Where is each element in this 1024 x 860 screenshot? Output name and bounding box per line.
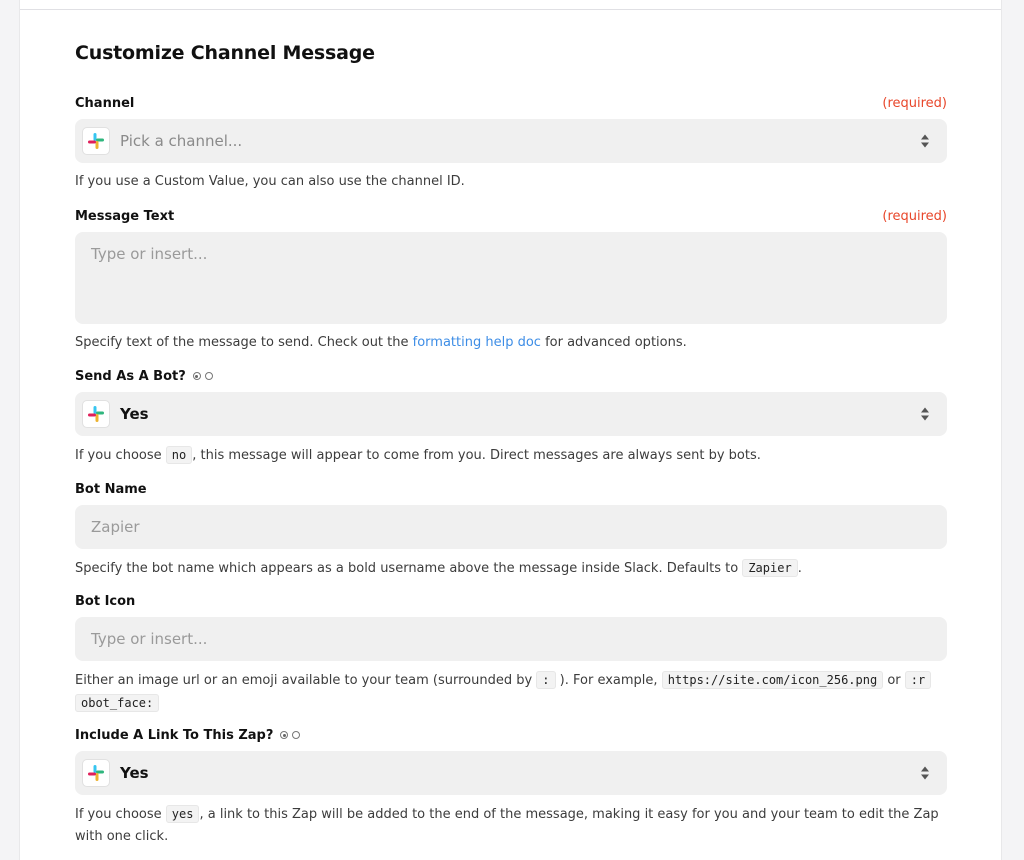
message-text-field: Message Text (required) Type or insert..…	[75, 207, 947, 354]
help-text: .	[797, 561, 802, 576]
help-text: , this message will appear to come from …	[192, 448, 761, 463]
code-snippet: Zapier	[742, 559, 798, 577]
form-content: Customize Channel Message Channel (requi…	[75, 42, 947, 844]
help-text: ). For example,	[559, 673, 658, 688]
up-down-arrows-icon	[921, 134, 929, 148]
help-text: or	[887, 673, 901, 688]
code-snippet: :r	[904, 671, 932, 689]
include-link-help: If you choose yes, a link to this Zap wi…	[75, 803, 947, 848]
help-text: If you choose	[75, 448, 162, 463]
top-divider	[20, 9, 1001, 10]
send-as-bot-label-text: Send As A Bot?	[75, 368, 186, 384]
help-text: , a link to this Zap will be added to th…	[75, 807, 939, 844]
channel-placeholder: Pick a channel...	[120, 132, 243, 150]
send-as-bot-label: Send As A Bot?	[75, 369, 213, 384]
bot-name-label: Bot Name	[75, 481, 147, 497]
radio-icon[interactable]	[192, 372, 201, 380]
bot-name-input[interactable]: Zapier	[75, 505, 947, 549]
radio-group	[192, 372, 213, 380]
required-indicator: (required)	[882, 95, 947, 111]
form-card: Customize Channel Message Channel (requi…	[20, 0, 1001, 860]
help-text: for advanced options.	[545, 335, 687, 350]
message-text-label: Message Text	[75, 208, 175, 224]
send-as-bot-select[interactable]: Yes	[75, 392, 947, 436]
help-text: Either an image url or an emoji availabl…	[75, 673, 533, 688]
send-as-bot-help: If you choose no, this message will appe…	[75, 444, 947, 467]
help-text: Specify the bot name which appears as a …	[75, 561, 739, 576]
radio-icon[interactable]	[292, 731, 301, 739]
channel-select[interactable]: Pick a channel...	[75, 119, 947, 163]
help-text: Specify text of the message to send. Che…	[75, 335, 409, 350]
up-down-arrows-icon	[921, 407, 929, 421]
formatting-help-link[interactable]: formatting help doc	[413, 335, 541, 350]
up-down-arrows-icon	[921, 766, 929, 780]
bot-icon-field: Bot Icon Type or insert... Either an ima…	[75, 592, 947, 715]
message-text-input[interactable]: Type or insert...	[75, 232, 947, 324]
bot-icon-label: Bot Icon	[75, 593, 136, 609]
channel-label: Channel	[75, 95, 135, 111]
bot-icon-help: Either an image url or an emoji availabl…	[75, 669, 947, 715]
radio-group	[280, 731, 301, 739]
slack-logo-icon	[82, 759, 110, 787]
channel-help: If you use a Custom Value, you can also …	[75, 174, 465, 189]
radio-icon[interactable]	[204, 372, 213, 380]
channel-field: Channel (required) Pick a channel... If …	[75, 94, 947, 193]
bot-name-placeholder: Zapier	[91, 518, 140, 536]
include-link-field: Include A Link To This Zap? Yes If you c…	[75, 726, 947, 848]
code-snippet: no	[165, 446, 193, 464]
radio-icon[interactable]	[280, 731, 289, 739]
include-link-value: Yes	[120, 764, 149, 782]
required-indicator: (required)	[882, 208, 947, 224]
message-text-placeholder: Type or insert...	[91, 245, 208, 263]
code-snippet: https://site.com/icon_256.png	[661, 671, 884, 689]
help-text: If you choose	[75, 807, 162, 822]
code-snippet: yes	[165, 805, 200, 823]
include-link-select[interactable]: Yes	[75, 751, 947, 795]
code-snippet: obot_face:	[75, 694, 160, 712]
send-as-bot-value: Yes	[120, 405, 149, 423]
slack-logo-icon	[82, 400, 110, 428]
code-snippet: :	[536, 671, 556, 689]
include-link-label: Include A Link To This Zap?	[75, 727, 301, 743]
include-link-label-text: Include A Link To This Zap?	[75, 727, 274, 743]
bot-icon-placeholder: Type or insert...	[91, 630, 208, 648]
page-title: Customize Channel Message	[75, 42, 375, 64]
bot-icon-input[interactable]: Type or insert...	[75, 617, 947, 661]
slack-logo-icon	[82, 127, 110, 155]
message-text-help: Specify text of the message to send. Che…	[75, 332, 947, 354]
send-as-bot-field: Send As A Bot? Yes If you choose no , th…	[75, 367, 947, 467]
bot-name-field: Bot Name Zapier Specify the bot name whi…	[75, 480, 947, 580]
bot-name-help: Specify the bot name which appears as a …	[75, 557, 947, 580]
